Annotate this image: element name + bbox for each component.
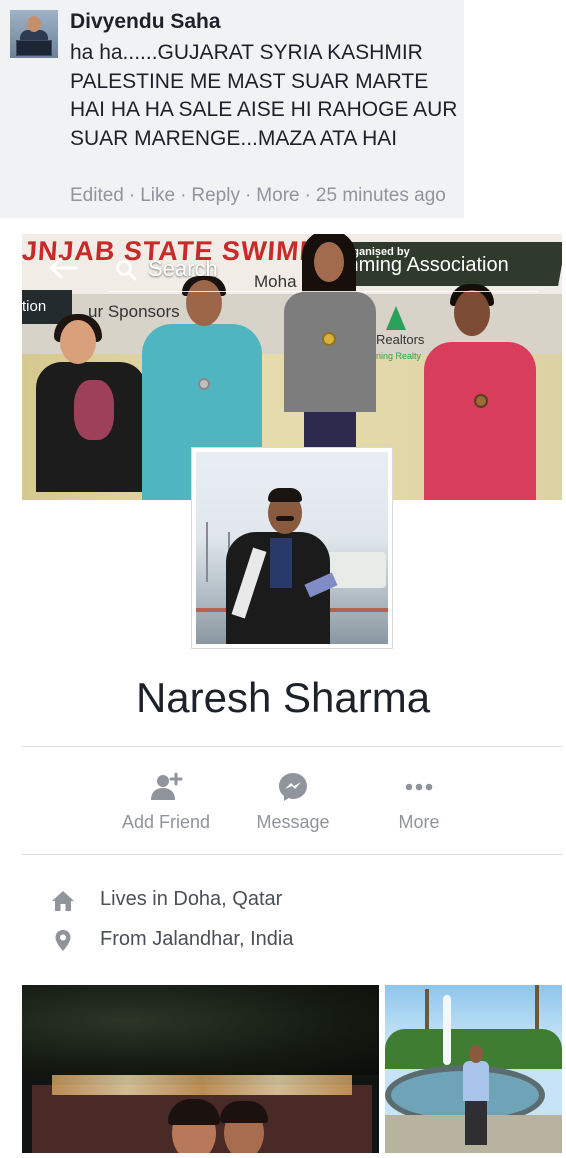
cover-person-swimmer-right [424, 284, 540, 500]
photo-fountain [443, 995, 451, 1065]
man-hair [268, 488, 302, 502]
man-mustache [276, 516, 294, 521]
photo-man-shirt [463, 1061, 489, 1101]
separator: · [128, 185, 136, 206]
realtors-tree-icon [386, 306, 406, 330]
back-arrow-icon[interactable] [48, 256, 78, 280]
man-shirt [270, 538, 292, 588]
profile-picture-image [196, 452, 388, 644]
message-button[interactable]: Message [228, 764, 358, 844]
search-icon [116, 260, 137, 281]
realtors-text: Realtors ning Realty [376, 332, 424, 362]
photo-night-trees [22, 985, 379, 1075]
add-friend-label: Add Friend [121, 812, 211, 832]
comment-text: ha ha......GUJARAT SYRIA KASHMIR PALESTI… [70, 41, 458, 150]
separator: · [304, 185, 311, 206]
photo-man-head [469, 1045, 483, 1063]
commenter-avatar[interactable] [10, 10, 58, 58]
messenger-icon [279, 773, 307, 801]
comment-edited-link[interactable]: Edited [70, 185, 124, 206]
comment-reply-link[interactable]: Reply [191, 185, 240, 206]
avatar-figure-head [27, 16, 41, 32]
search-bar[interactable]: Search [108, 254, 538, 292]
realtors-name: Realtors [376, 332, 425, 347]
person-print [74, 380, 114, 440]
separator: · [244, 185, 252, 206]
separator: · [180, 185, 187, 206]
comment-author[interactable]: Divyendu Saha [70, 10, 221, 34]
person-torso [284, 292, 376, 412]
add-friend-button[interactable]: Add Friend [101, 764, 231, 844]
divider [22, 854, 562, 855]
person-legs [304, 412, 356, 452]
comment-actions: Edited · Like · Reply · More · 25 minutes ago [70, 185, 446, 207]
person-head [454, 290, 490, 336]
comment-card: Divyendu Saha ha ha......GUJARAT SYRIA K… [0, 0, 464, 218]
cover-sponsor-left-text: tion [22, 298, 47, 315]
photo-man-legs [465, 1099, 487, 1145]
info-lives-in-text: Lives in Doha, Qatar [100, 888, 283, 910]
photo-person-hair [220, 1101, 268, 1123]
back-arrow-glyph [49, 257, 78, 279]
person-head [60, 320, 96, 364]
divider [22, 746, 562, 747]
home-icon [52, 891, 74, 911]
person-medal [474, 394, 488, 408]
location-pin-icon [55, 930, 71, 951]
profile-picture[interactable] [191, 447, 393, 649]
photo-thumbnail[interactable] [385, 985, 562, 1153]
realtors-subtitle: ning Realty [376, 351, 422, 361]
search-input[interactable]: Search [148, 256, 218, 282]
person-torso [424, 342, 536, 500]
more-label: More [398, 812, 440, 832]
person-medal [322, 332, 336, 346]
profile-name: Naresh Sharma [135, 674, 431, 721]
message-label: Message [256, 812, 330, 832]
more-button[interactable]: More [354, 764, 484, 844]
comment-like-link[interactable]: Like [140, 185, 175, 206]
photo-thumbnail[interactable] [22, 985, 379, 1153]
comment-timestamp[interactable]: 25 minutes ago [316, 185, 446, 206]
photo-lights [52, 1075, 352, 1095]
info-from-text: From Jalandhar, India [100, 928, 294, 950]
more-dots-icon [405, 783, 433, 791]
add-friend-icon [151, 772, 183, 800]
cover-person-woman-left [30, 314, 150, 500]
avatar-laptop [16, 40, 52, 56]
comment-more-link[interactable]: More [256, 185, 299, 206]
person-medal [198, 378, 210, 390]
